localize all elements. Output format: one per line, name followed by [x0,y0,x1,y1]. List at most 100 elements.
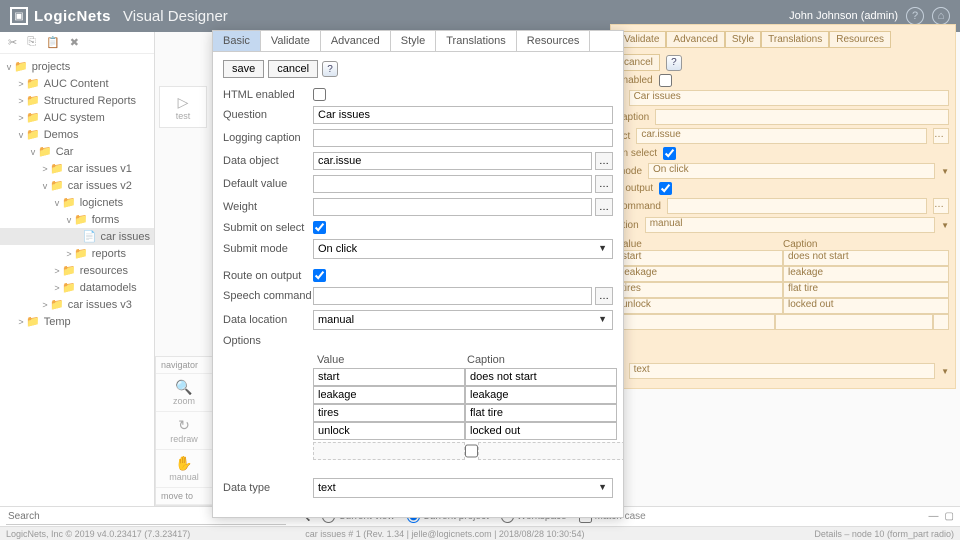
user-label: John Johnson (admin) [789,10,898,22]
redraw-button[interactable]: ↻redraw [156,412,212,450]
manual-button[interactable]: ✋manual [156,450,212,488]
tree-item[interactable]: >📁car issues v3 [0,296,154,313]
option-new-check[interactable] [465,442,478,460]
label-default: Default value [223,178,313,190]
navigator-label: navigator [156,357,212,374]
option-new-value[interactable] [313,442,465,460]
help-icon[interactable]: ? [322,61,338,77]
option-value[interactable] [313,422,465,440]
bg-tab[interactable]: Resources [829,31,891,48]
copy-icon[interactable]: ⎘ [27,36,36,49]
tree-item[interactable]: >📁datamodels [0,279,154,296]
dataloc-select[interactable] [313,310,613,330]
modal-tabs: Basic Validate Advanced Style Translatio… [213,31,623,52]
tree-item[interactable]: >📁car issues v1 [0,160,154,177]
options-header-value: Value [313,352,463,368]
option-new-caption[interactable] [478,442,623,460]
help-icon[interactable]: ? [906,7,924,25]
speech-browse[interactable]: … [595,287,613,305]
dataobject-browse[interactable]: … [595,152,613,170]
tab-style[interactable]: Style [391,31,436,51]
brand-text: LogicNets [34,8,111,25]
logging-input[interactable] [313,129,613,147]
tree-item[interactable]: 📄car issues [0,228,154,245]
options-table: ValueCaption [313,352,613,460]
bg-tab[interactable]: Translations [761,31,829,48]
default-browse[interactable]: … [595,175,613,193]
bg-tab[interactable]: Advanced [666,31,724,48]
zoom-button[interactable]: 🔍zoom [156,374,212,412]
bg-check[interactable] [659,182,672,195]
label-submit-select: Submit on select [223,222,313,234]
tree-item[interactable]: >📁Structured Reports [0,92,154,109]
option-value[interactable] [313,368,465,386]
option-row[interactable] [313,422,613,440]
paste-icon[interactable]: 📋 [46,36,60,49]
weight-input[interactable] [313,198,592,216]
tree-item[interactable]: >📁AUC Content [0,75,154,92]
tab-advanced[interactable]: Advanced [321,31,391,51]
tree-item[interactable]: >📁Temp [0,313,154,330]
tree-item[interactable]: v📁car issues v2 [0,177,154,194]
maximize-icon[interactable]: ▢ [945,511,954,522]
logo: ▣ LogicNets Visual Designer [10,7,228,25]
scissors-icon[interactable]: ✂ [8,36,17,49]
tree-item[interactable]: >📁AUC system [0,109,154,126]
html-enabled-checkbox[interactable] [313,88,326,101]
tab-validate[interactable]: Validate [261,31,321,51]
bg-tab[interactable]: Validate [617,31,666,48]
tab-resources[interactable]: Resources [517,31,591,51]
tree-item[interactable]: >📁resources [0,262,154,279]
options-header-caption: Caption [463,352,613,368]
bg-tab[interactable]: Style [725,31,761,48]
save-button[interactable]: save [223,60,264,78]
dataobject-input[interactable] [313,152,592,170]
label-speech: Speech command [223,290,313,302]
label-options: Options [223,335,313,347]
tree-item[interactable]: v📁Car [0,143,154,160]
tree-item[interactable]: v📁forms [0,211,154,228]
tree-item[interactable]: >📁reports [0,245,154,262]
project-tree[interactable]: v📁projects >📁AUC Content>📁Structured Rep… [0,54,154,506]
option-caption[interactable] [465,422,617,440]
label-submit-mode: Submit mode [223,243,313,255]
statusbar: LogicNets, Inc © 2019 v4.0.23417 (7.3.23… [0,526,960,540]
tab-translations[interactable]: Translations [436,31,517,51]
dots-icon[interactable]: … [933,128,949,144]
default-input[interactable] [313,175,592,193]
label-logging: Logging caption [223,132,313,144]
weight-browse[interactable]: … [595,198,613,216]
tab-basic[interactable]: Basic [213,31,261,51]
option-caption[interactable] [465,386,617,404]
submit-mode-select[interactable] [313,239,613,259]
option-row[interactable] [313,404,613,422]
option-value[interactable] [313,404,465,422]
status-right: Details – node 10 (form_part radio) [814,529,954,539]
option-row[interactable] [313,368,613,386]
dots-icon[interactable]: … [933,198,949,214]
cancel-button[interactable]: cancel [268,60,318,78]
tree-item[interactable]: v📁Demos [0,126,154,143]
label-dataobj: Data object [223,155,313,167]
question-input[interactable] [313,106,613,124]
test-button[interactable]: ▷ test [159,86,207,128]
bg-check[interactable] [663,147,676,160]
bg-check[interactable] [659,74,672,87]
sidebar: ✂ ⎘ 📋 ✖ v📁projects >📁AUC Content>📁Struct… [0,32,155,506]
tree-root[interactable]: v📁projects [0,58,154,75]
label-weight: Weight [223,201,313,213]
speech-input[interactable] [313,287,592,305]
bg-help-icon[interactable]: ? [666,55,682,71]
sidebar-toolbar: ✂ ⎘ 📋 ✖ [0,32,154,54]
minimize-icon[interactable]: — [929,511,939,522]
home-icon[interactable]: ⌂ [932,7,950,25]
submit-select-checkbox[interactable] [313,221,326,234]
delete-icon[interactable]: ✖ [70,36,79,49]
datatype-select[interactable] [313,478,613,498]
option-value[interactable] [313,386,465,404]
option-caption[interactable] [465,368,617,386]
tree-item[interactable]: v📁logicnets [0,194,154,211]
option-caption[interactable] [465,404,617,422]
option-row[interactable] [313,386,613,404]
route-checkbox[interactable] [313,269,326,282]
